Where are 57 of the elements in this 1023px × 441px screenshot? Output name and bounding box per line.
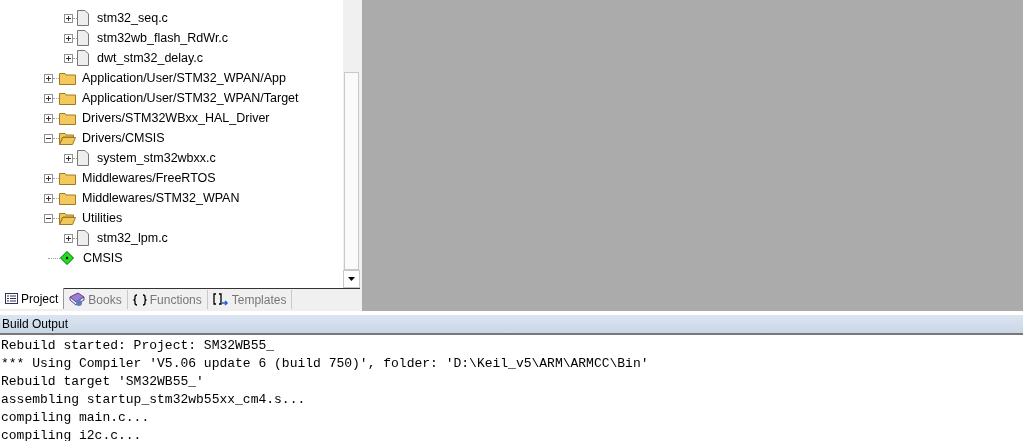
folder-icon <box>59 191 76 205</box>
file-icon <box>77 230 89 246</box>
folder-label[interactable]: Application/User/STM32_WPAN/App <box>82 71 287 85</box>
expand-button[interactable] <box>44 193 53 203</box>
braces-icon <box>132 293 147 306</box>
open-folder-icon <box>59 131 76 145</box>
panel-title: Build Output <box>0 315 1023 335</box>
folder-label[interactable]: Middlewares/STM32_WPAN <box>82 191 240 205</box>
file-label[interactable]: stm32_seq.c <box>97 11 168 25</box>
expand-button[interactable] <box>44 73 53 83</box>
panel-tab[interactable]: Project <box>0 288 65 309</box>
expand-button[interactable] <box>44 93 53 103</box>
expand-button[interactable] <box>64 153 73 163</box>
panel-tab[interactable]: Functions <box>127 290 208 309</box>
open-folder-icon <box>59 211 76 225</box>
folder-label[interactable]: Drivers/CMSIS <box>82 131 165 145</box>
folder-icon <box>59 91 76 105</box>
expand-button[interactable] <box>44 173 53 183</box>
file-icon <box>77 50 89 66</box>
scrollbar-thumb[interactable] <box>344 72 359 270</box>
panel-tab[interactable]: Templates <box>207 290 293 309</box>
book-icon <box>69 292 86 307</box>
folder-label[interactable]: Application/User/STM32_WPAN/Target <box>82 91 299 105</box>
scrollbar[interactable] <box>343 0 360 288</box>
output-line: *** Using Compiler 'V5.06 update 6 (build 750)', folder: 'D:\Keil_v5\ARM\ARMCC\Bin' <box>0 355 650 373</box>
project-icon <box>5 293 18 304</box>
file-label[interactable]: stm32_lpm.c <box>97 231 168 245</box>
file-label[interactable]: dwt_stm32_delay.c <box>97 51 204 65</box>
component-label[interactable]: CMSIS <box>83 251 123 265</box>
folder-label[interactable]: Utilities <box>82 211 123 225</box>
file-label[interactable]: stm32wb_flash_RdWr.c <box>97 31 229 45</box>
collapse-button[interactable] <box>44 133 53 143</box>
expand-button[interactable] <box>64 33 73 43</box>
file-icon <box>77 30 89 46</box>
expand-button[interactable] <box>64 13 73 23</box>
component-icon <box>60 251 74 265</box>
folder-icon <box>59 71 76 85</box>
down-arrow-icon <box>348 277 355 281</box>
expand-button[interactable] <box>64 53 73 63</box>
panel-tab[interactable]: Books <box>64 290 128 309</box>
folder-icon <box>59 171 76 185</box>
folder-icon <box>59 111 76 125</box>
folder-label[interactable]: Middlewares/FreeRTOS <box>82 171 216 185</box>
file-label[interactable]: system_stm32wbxx.c <box>97 151 216 165</box>
file-icon <box>77 10 89 26</box>
output-line: compiling i2c.c... <box>0 427 143 441</box>
output-line: compiling main.c... <box>0 409 151 427</box>
template-icon <box>212 293 229 306</box>
expand-button[interactable] <box>64 233 73 243</box>
output-line: Rebuild target 'SM32WB55_' <box>0 373 205 391</box>
file-icon <box>77 150 89 166</box>
collapse-button[interactable] <box>44 213 53 223</box>
scroll-down-button[interactable] <box>343 270 360 288</box>
output-line: assembling startup_stm32wb55xx_cm4.s... <box>0 391 307 409</box>
output-line: Rebuild started: Project: SM32WB55_ <box>0 337 276 355</box>
expand-button[interactable] <box>44 113 53 123</box>
folder-label[interactable]: Drivers/STM32WBxx_HAL_Driver <box>82 111 270 125</box>
